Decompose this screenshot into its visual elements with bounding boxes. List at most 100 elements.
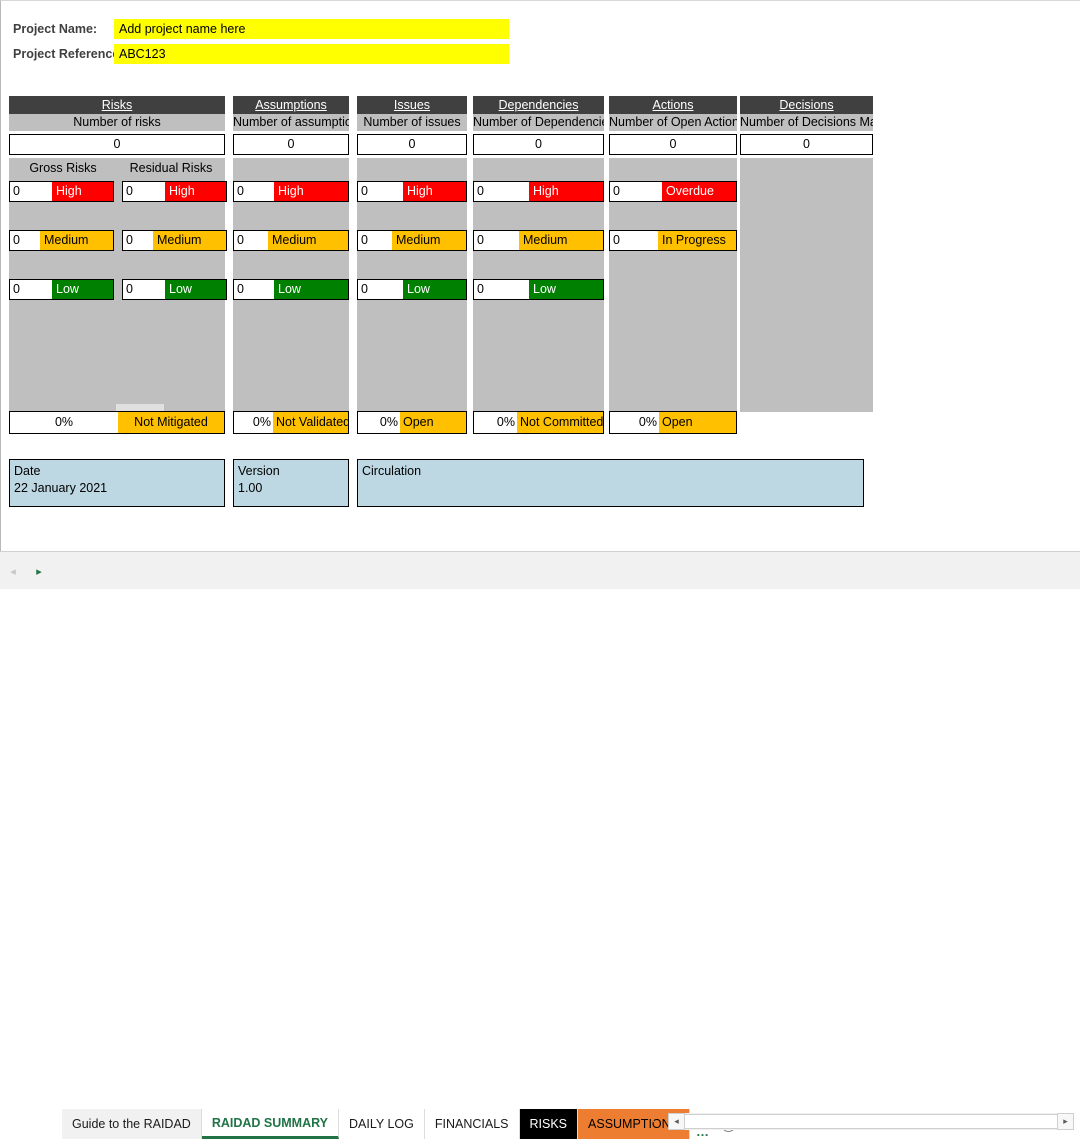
dependencies-high-label: High	[529, 182, 603, 201]
dependencies-medium-row[interactable]: 0 Medium	[473, 230, 604, 251]
sheet-tab-daily-log[interactable]: DAILY LOG	[339, 1109, 425, 1139]
risks-not-mitigated-value: 0%	[10, 412, 118, 433]
sheet-tab-financials[interactable]: FINANCIALS	[424, 1109, 520, 1139]
issues-high-count[interactable]: 0	[358, 182, 403, 201]
column-actions-body: 0 Overdue 0 In Progress	[609, 158, 737, 412]
residual-risks-high-count[interactable]: 0	[123, 182, 165, 201]
residual-risks-medium-count[interactable]: 0	[123, 231, 153, 250]
dependencies-not-committed-bar[interactable]: 0% Not Committed	[473, 411, 604, 434]
date-value[interactable]: 22 January 2021	[14, 480, 224, 497]
issues-medium-count[interactable]: 0	[358, 231, 392, 250]
column-risks-header: Risks	[9, 96, 225, 114]
assumptions-medium-label: Medium	[268, 231, 348, 250]
actions-open-bar[interactable]: 0% Open	[609, 411, 737, 434]
scroll-left-arrow-icon[interactable]: ◂	[668, 1113, 685, 1130]
gross-risks-high-row[interactable]: 0 High	[9, 181, 114, 202]
dependencies-medium-label: Medium	[519, 231, 603, 250]
project-reference-row: Project Reference: ABC123	[9, 44, 509, 64]
assumptions-low-row[interactable]: 0 Low	[233, 279, 349, 300]
assumptions-medium-row[interactable]: 0 Medium	[233, 230, 349, 251]
sheet-tab-risks[interactable]: RISKS	[519, 1109, 579, 1139]
gross-risks-low-row[interactable]: 0 Low	[9, 279, 114, 300]
dependencies-high-row[interactable]: 0 High	[473, 181, 604, 202]
residual-risks-high-row[interactable]: 0 High	[122, 181, 227, 202]
project-name-label: Project Name:	[13, 22, 98, 36]
column-assumptions-header: Assumptions	[233, 96, 349, 114]
gross-risks-medium-row[interactable]: 0 Medium	[9, 230, 114, 251]
issues-high-label: High	[403, 182, 466, 201]
gross-risks-low-label: Low	[52, 280, 113, 299]
tab-split-grip-icon[interactable]: ⋮	[648, 1113, 659, 1130]
column-actions: Actions Number of Open Actions 0 0 Overd…	[609, 96, 737, 412]
residual-risks-medium-row[interactable]: 0 Medium	[122, 230, 227, 251]
actions-overdue-count[interactable]: 0	[610, 182, 662, 201]
column-actions-total[interactable]: 0	[609, 134, 737, 155]
actions-inprogress-label: In Progress	[658, 231, 736, 250]
worksheet-area[interactable]: Project Name: Add project name here Proj…	[0, 0, 1080, 551]
version-value[interactable]: 1.00	[238, 480, 348, 497]
assumptions-medium-count[interactable]: 0	[234, 231, 268, 250]
assumptions-not-validated-bar[interactable]: 0% Not Validated	[233, 411, 349, 434]
residual-risks-low-label: Low	[165, 280, 226, 299]
assumptions-high-row[interactable]: 0 High	[233, 181, 349, 202]
gross-risks-low-count[interactable]: 0	[10, 280, 52, 299]
column-decisions-total[interactable]: 0	[740, 134, 873, 155]
issues-medium-row[interactable]: 0 Medium	[357, 230, 467, 251]
dependencies-high-count[interactable]: 0	[474, 182, 529, 201]
column-assumptions-subtitle: Number of assumptions	[233, 114, 349, 131]
column-assumptions-total[interactable]: 0	[233, 134, 349, 155]
actions-overdue-row[interactable]: 0 Overdue	[609, 181, 737, 202]
risks-not-mitigated-bar[interactable]: 0% Not Mitigated	[9, 411, 225, 434]
version-label: Version	[238, 464, 280, 478]
dependencies-not-committed-label: Not Committed	[517, 412, 603, 433]
excel-window: Project Name: Add project name here Proj…	[0, 0, 1080, 1139]
project-reference-label: Project Reference:	[13, 47, 124, 61]
column-dependencies-subtitle: Number of Dependencies	[473, 114, 604, 131]
dependencies-low-row[interactable]: 0 Low	[473, 279, 604, 300]
issues-low-row[interactable]: 0 Low	[357, 279, 467, 300]
column-dependencies-header: Dependencies	[473, 96, 604, 114]
gross-risks-medium-label: Medium	[40, 231, 113, 250]
date-box[interactable]: Date 22 January 2021	[9, 459, 225, 507]
gross-risks-high-count[interactable]: 0	[10, 182, 52, 201]
circulation-box[interactable]: Circulation	[357, 459, 864, 507]
version-box[interactable]: Version 1.00	[233, 459, 349, 507]
residual-risks-high-label: High	[165, 182, 226, 201]
previous-sheet-arrow-icon[interactable]: ◂	[0, 559, 26, 583]
column-actions-header: Actions	[609, 96, 737, 114]
actions-inprogress-count[interactable]: 0	[610, 231, 658, 250]
column-risks-body: Gross Risks Residual Risks 0 High 0 Medi…	[9, 158, 227, 412]
column-risks-total[interactable]: 0	[9, 134, 225, 155]
sheet-nav-arrows: ◂ ▸	[0, 559, 70, 583]
assumptions-low-count[interactable]: 0	[234, 280, 274, 299]
sheet-tab-raidad-summary[interactable]: RAIDAD SUMMARY	[201, 1109, 340, 1139]
dependencies-low-count[interactable]: 0	[474, 280, 529, 299]
residual-risks-low-row[interactable]: 0 Low	[122, 279, 227, 300]
column-decisions-subtitle: Number of Decisions Made	[740, 114, 873, 131]
issues-low-count[interactable]: 0	[358, 280, 403, 299]
gross-risks-medium-count[interactable]: 0	[10, 231, 40, 250]
column-assumptions: Assumptions Number of assumptions 0 0 Hi…	[233, 96, 349, 412]
dependencies-medium-count[interactable]: 0	[474, 231, 519, 250]
gross-risks-high-label: High	[52, 182, 113, 201]
assumptions-high-label: High	[274, 182, 348, 201]
column-decisions-body	[740, 158, 873, 412]
issues-open-bar[interactable]: 0% Open	[357, 411, 467, 434]
issues-open-value: 0%	[358, 412, 400, 433]
scroll-right-arrow-icon[interactable]: ▸	[1057, 1113, 1074, 1130]
actions-overdue-label: Overdue	[662, 182, 736, 201]
column-risks: Risks Number of risks 0 Gross Risks Resi…	[9, 96, 227, 412]
residual-risks-low-count[interactable]: 0	[123, 280, 165, 299]
actions-inprogress-row[interactable]: 0 In Progress	[609, 230, 737, 251]
assumptions-high-count[interactable]: 0	[234, 182, 274, 201]
column-issues-total[interactable]: 0	[357, 134, 467, 155]
project-name-input[interactable]: Add project name here	[114, 19, 509, 39]
horizontal-scrollbar[interactable]: ◂ ▸	[668, 1113, 1074, 1130]
column-issues-subtitle: Number of issues	[357, 114, 467, 131]
project-reference-input[interactable]: ABC123	[114, 44, 509, 64]
next-sheet-arrow-icon[interactable]: ▸	[26, 559, 52, 583]
scrollbar-track[interactable]	[685, 1114, 1057, 1129]
issues-high-row[interactable]: 0 High	[357, 181, 467, 202]
sheet-tab-guide-to-the-raidad[interactable]: Guide to the RAIDAD	[62, 1109, 202, 1139]
column-dependencies-total[interactable]: 0	[473, 134, 604, 155]
